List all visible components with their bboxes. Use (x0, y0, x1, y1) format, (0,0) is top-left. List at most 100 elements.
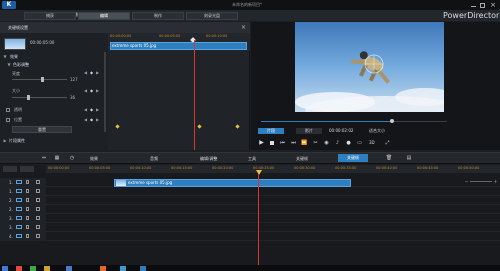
toolbar-tools[interactable]: 工具 (248, 157, 256, 161)
maximize-icon[interactable] (479, 2, 485, 8)
prev-keyframe-icon-3[interactable]: ◀ (83, 107, 88, 112)
split-icon[interactable]: ✂ (312, 139, 319, 146)
reset-button[interactable]: 重置 (12, 126, 72, 133)
clock-icon[interactable]: ◷ (68, 155, 76, 161)
mute-track-checkbox[interactable] (36, 216, 40, 220)
play-icon[interactable]: ▶ (258, 139, 265, 146)
start-button-icon[interactable] (2, 266, 8, 271)
expand-attr-icon[interactable]: ▶ (3, 138, 7, 143)
taskbar-app-icon[interactable] (30, 266, 36, 271)
ruler-label-6: 00:00:30:00 (294, 166, 316, 170)
lock-icon[interactable] (26, 180, 29, 184)
move-icon[interactable]: ⇔ (40, 155, 48, 161)
timeline-playhead[interactable] (258, 174, 259, 265)
taskbar-app-icon[interactable] (44, 266, 50, 271)
designer-ruler-label-0: 00:00:00:00 (110, 34, 132, 38)
mode-3d-button[interactable]: 3D (369, 141, 375, 145)
toolbar-audio[interactable]: 音频 (150, 157, 158, 161)
keyframe-designer-button[interactable]: 关键帧 (338, 154, 368, 162)
current-time: 00:00:05:00 (30, 40, 55, 45)
prev-keyframe-icon-4[interactable]: ◀ (83, 117, 88, 122)
clip-attributes-label: 片段属性 (9, 138, 25, 143)
tab-produce[interactable]: 制作 (132, 12, 184, 20)
lock-icon[interactable] (26, 234, 29, 238)
toolbar-edit-video[interactable]: 编辑/调整 (200, 157, 217, 161)
designer-playhead[interactable] (194, 40, 195, 150)
monitor-icon[interactable]: ▭ (356, 139, 363, 146)
toolbar-effects[interactable]: 效果 (90, 157, 98, 161)
prev-keyframe-icon-2[interactable]: ◀ (83, 88, 88, 93)
mute-track-checkbox[interactable] (36, 225, 40, 229)
position-checkbox[interactable] (6, 118, 10, 122)
video-track-icon (16, 198, 22, 202)
delete-icon[interactable]: 🗑 (385, 155, 393, 161)
mute-track-checkbox[interactable] (36, 234, 40, 238)
timeline-zoom-slider[interactable] (470, 181, 492, 182)
close-panel-icon[interactable]: × (240, 24, 247, 31)
keyframe-diamond[interactable] (115, 124, 120, 129)
movie-mode-button[interactable]: 影片 (296, 128, 322, 134)
next-keyframe-icon-2[interactable]: ▶ (95, 88, 100, 93)
mute-track-checkbox[interactable] (36, 189, 40, 193)
next-keyframe-icon-4[interactable]: ▶ (95, 117, 100, 122)
taskbar-app-icon[interactable] (140, 266, 146, 271)
taskbar-app-icon[interactable] (66, 266, 72, 271)
add-keyframe-icon-2[interactable]: ◆ (89, 88, 94, 93)
brightness-slider-track[interactable] (12, 79, 67, 80)
prev-keyframe-icon[interactable]: ◀ (83, 70, 88, 75)
stop-icon[interactable] (268, 139, 275, 146)
tab-burn-disc[interactable]: 刻录光盘 (186, 12, 238, 20)
expand-color-icon[interactable]: ▼ (7, 62, 11, 67)
next-keyframe-icon[interactable]: ▶ (95, 70, 100, 75)
tab-burn-disc-label: 刻录光盘 (204, 13, 220, 18)
fit-size-dropdown[interactable]: 适合大小 (369, 129, 385, 133)
size-slider-thumb[interactable] (27, 95, 30, 100)
toolbar-keyframe[interactable]: 关键帧 (296, 157, 308, 161)
size-slider-track[interactable] (12, 97, 67, 98)
volume-icon[interactable]: ♪ (334, 139, 341, 146)
zoom-out-icon[interactable]: － (464, 179, 469, 184)
taskbar-app-icon[interactable] (100, 266, 106, 271)
grid-icon[interactable]: ▤ (405, 155, 413, 161)
snapshot-icon[interactable]: ◉ (323, 139, 330, 146)
lock-icon[interactable] (26, 189, 29, 193)
add-keyframe-icon-3[interactable]: ◆ (89, 107, 94, 112)
clip-mode-button[interactable]: 片段 (258, 128, 284, 134)
tab-capture[interactable]: 捕获 (24, 12, 76, 20)
preview-timecode: 00:00:02:02 (329, 128, 354, 133)
mute-track-checkbox[interactable] (36, 207, 40, 211)
track-fit-button[interactable] (20, 166, 34, 172)
lock-icon[interactable] (26, 207, 29, 211)
lock-icon[interactable] (26, 216, 29, 220)
minimize-icon[interactable] (470, 2, 476, 8)
undock-icon[interactable]: ⤢ (384, 139, 391, 146)
preview-progress-thumb[interactable] (390, 119, 394, 123)
fast-forward-icon[interactable]: ⏩ (301, 139, 308, 146)
mute-track-checkbox[interactable] (36, 198, 40, 202)
add-keyframe-icon-4[interactable]: ◆ (89, 117, 94, 122)
expand-effects-icon[interactable]: ▼ (3, 54, 7, 59)
keyframe-diamond[interactable] (197, 124, 202, 129)
track-view-button[interactable] (3, 166, 17, 172)
opacity-checkbox[interactable] (6, 108, 10, 112)
record-icon[interactable]: ● (345, 139, 352, 146)
brightness-slider-thumb[interactable] (41, 77, 44, 82)
keyframe-panel-header (0, 22, 250, 33)
storyboard-icon[interactable]: ▦ (53, 155, 61, 161)
taskbar-app-icon[interactable] (120, 266, 126, 271)
taskbar-app-icon[interactable] (16, 266, 22, 271)
lock-icon[interactable] (26, 225, 29, 229)
prev-frame-icon[interactable]: ⏮ (279, 139, 286, 146)
tab-edit[interactable]: 编辑 (78, 12, 130, 20)
lock-icon[interactable] (26, 198, 29, 202)
close-icon[interactable]: × (489, 1, 497, 9)
next-keyframe-icon-3[interactable]: ▶ (95, 107, 100, 112)
mute-track-checkbox[interactable] (36, 180, 40, 184)
add-keyframe-icon[interactable]: ◆ (89, 70, 94, 75)
next-frame-icon[interactable]: ⏭ (290, 139, 297, 146)
zoom-in-icon[interactable]: ＋ (493, 179, 498, 184)
preview-video (295, 22, 444, 112)
reset-button-label: 重置 (38, 126, 46, 132)
keyframe-diamond[interactable] (235, 124, 240, 129)
designer-scrollbar[interactable] (104, 52, 106, 132)
